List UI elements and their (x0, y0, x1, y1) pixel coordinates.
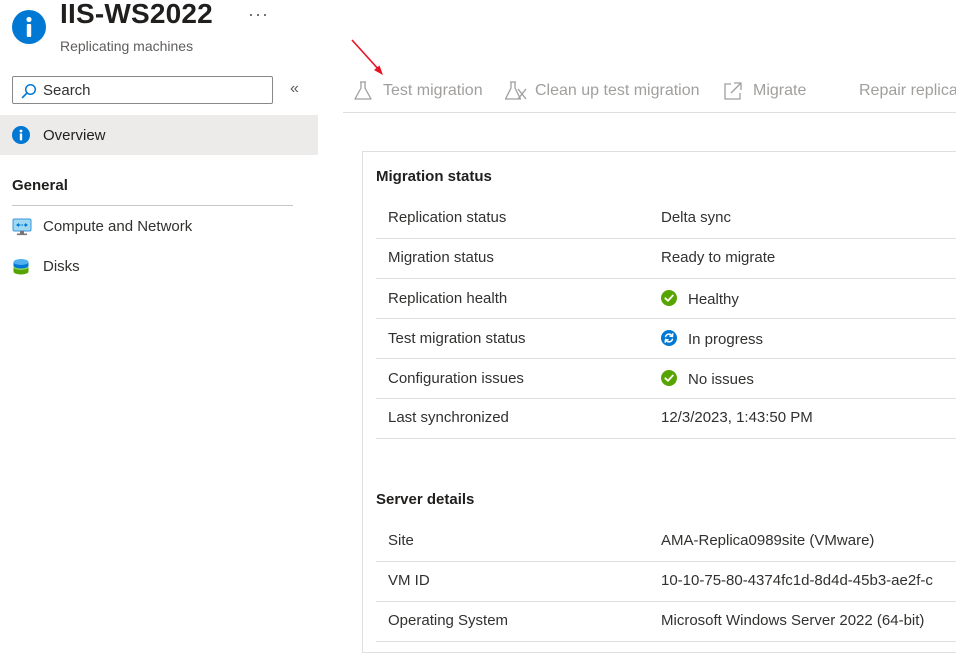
migration-status-title: Migration status (376, 168, 492, 185)
search-icon (21, 83, 37, 99)
table-row: Operating System Microsoft Windows Serve… (376, 601, 956, 642)
sidebar-group-general: General (12, 177, 68, 194)
test-migration-button[interactable]: Test migration (352, 78, 492, 106)
sidebar-item-label: Overview (43, 127, 106, 144)
table-row: VM ID 10-10-75-80-4374fc1d-8d4d-45b3-ae2… (376, 561, 956, 602)
server-details-title: Server details (376, 491, 475, 508)
annotation-arrow-icon (351, 39, 383, 75)
page-title: IIS-WS2022 (60, 0, 213, 29)
sidebar-item-compute-network[interactable]: Compute and Network (0, 210, 318, 244)
search-input[interactable] (43, 80, 263, 100)
table-row: Replication health Healthy (376, 278, 956, 319)
flask-icon (354, 81, 372, 100)
info-icon (12, 126, 30, 144)
network-icon (12, 218, 32, 236)
table-row: Test migration status In progress (376, 318, 956, 359)
sidebar-item-label: Disks (43, 258, 80, 275)
disks-icon (13, 259, 29, 275)
table-row: Last synchronized 12/3/2023, 1:43:50 PM (376, 398, 956, 439)
migrate-button[interactable]: Migrate (722, 78, 822, 106)
table-row: Configuration issues No issues (376, 358, 956, 399)
flask-cleanup-icon (504, 81, 527, 100)
external-link-icon (724, 82, 742, 100)
repair-replication-button[interactable]: Repair replica (859, 78, 956, 106)
table-row: Migration status Ready to migrate (376, 238, 956, 279)
toolbar-divider (343, 112, 956, 113)
sync-icon (661, 330, 677, 346)
collapse-sidebar-button[interactable]: « (290, 80, 299, 98)
sidebar-item-label: Compute and Network (43, 218, 193, 235)
sidebar-item-overview[interactable]: Overview (0, 115, 318, 155)
divider (12, 205, 293, 206)
table-row: Site AMA-Replica0989site (VMware) (376, 521, 956, 562)
page-subtitle: Replicating machines (60, 38, 194, 54)
more-options-button[interactable]: ··· (248, 4, 269, 25)
sidebar-item-disks[interactable]: Disks (0, 250, 318, 284)
table-row: Replication status Delta sync (376, 198, 956, 239)
search-box[interactable] (12, 76, 273, 104)
check-icon (661, 370, 677, 386)
check-icon (661, 290, 677, 306)
cleanup-test-migration-button[interactable]: Clean up test migration (504, 78, 709, 106)
info-icon (12, 10, 46, 44)
